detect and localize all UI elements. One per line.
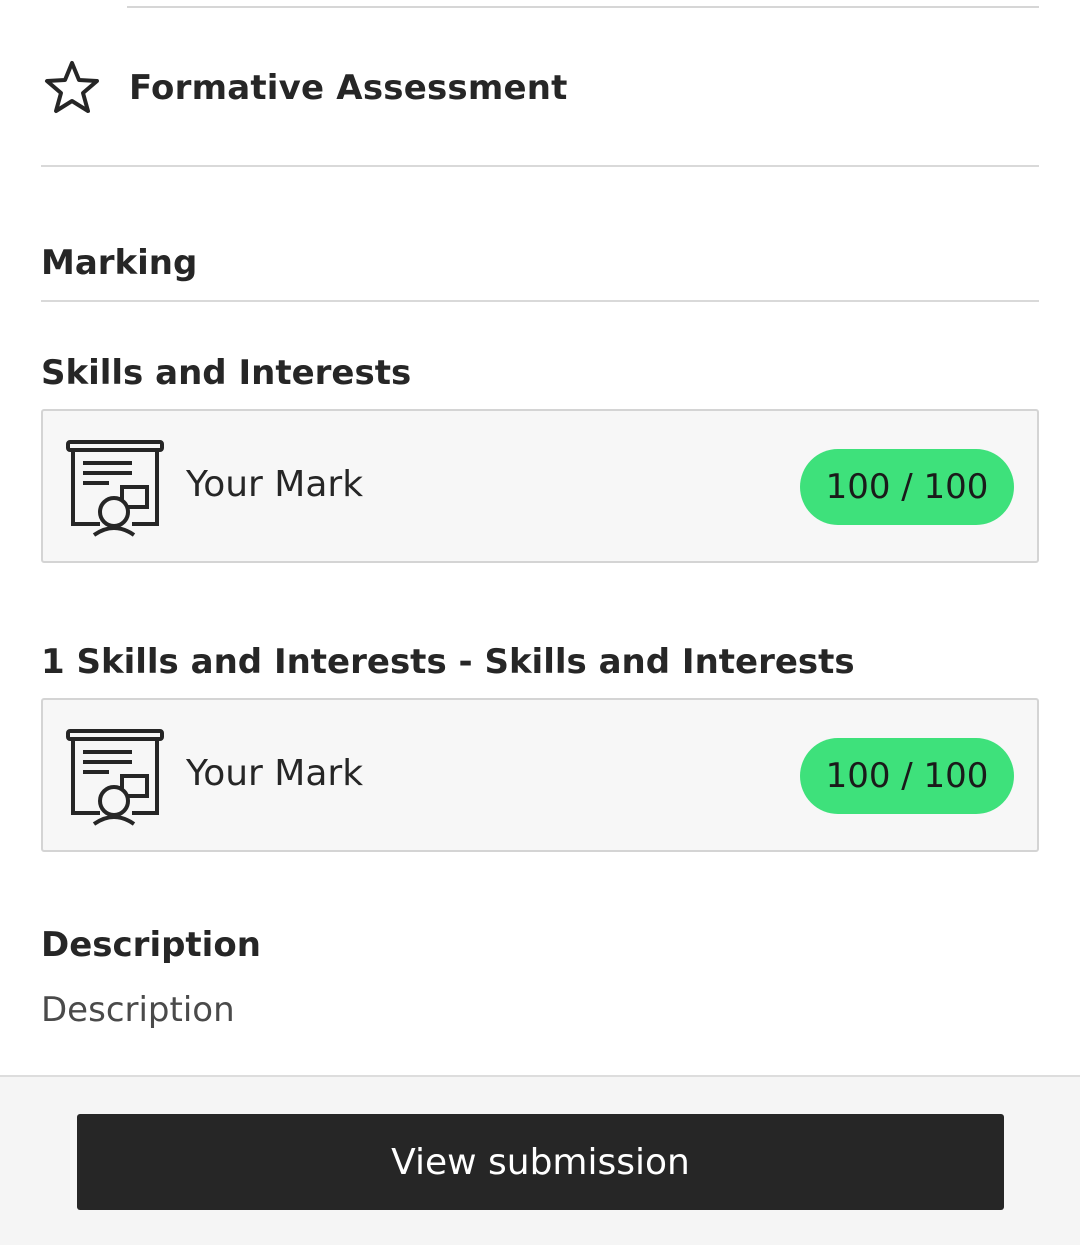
presentation-icon [66, 440, 164, 537]
section-heading: Skills and Interests [41, 353, 412, 393]
description-heading: Description [41, 925, 261, 965]
assessment-title: Formative Assessment [129, 68, 568, 108]
assessment-header: Formative Assessment [41, 54, 1039, 122]
description-text: Description [41, 990, 235, 1030]
mark-card: Your Mark 100 / 100 [41, 409, 1039, 563]
top-divider [127, 6, 1039, 8]
mark-badge: 100 / 100 [800, 738, 1014, 814]
your-mark-label: Your Mark [186, 753, 364, 794]
your-mark-label: Your Mark [186, 464, 364, 505]
section-heading: 1 Skills and Interests - Skills and Inte… [41, 642, 855, 682]
mark-badge: 100 / 100 [800, 449, 1014, 525]
mark-card: Your Mark 100 / 100 [41, 698, 1039, 852]
star-icon[interactable] [41, 57, 103, 119]
marking-divider [41, 300, 1039, 302]
assessment-divider [41, 165, 1039, 167]
marking-heading: Marking [41, 243, 198, 283]
view-submission-button[interactable]: View submission [77, 1114, 1004, 1210]
footer-bar: View submission [0, 1075, 1080, 1245]
presentation-icon [66, 729, 164, 826]
